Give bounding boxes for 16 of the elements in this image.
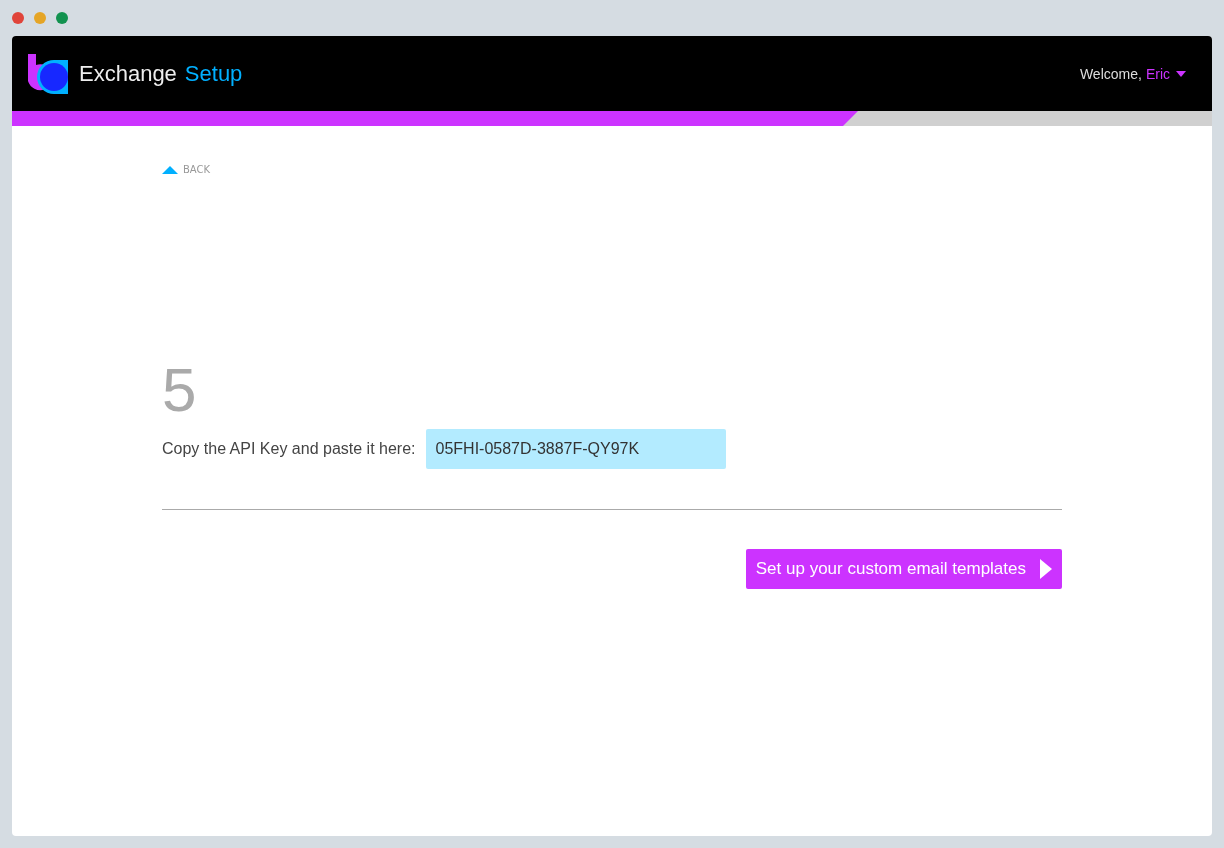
logo-icon	[27, 52, 69, 95]
app-title: Exchange	[79, 60, 177, 87]
back-link[interactable]: BACK	[162, 164, 211, 175]
caret-icon	[1176, 70, 1186, 77]
app-subtitle: Setup	[184, 60, 243, 87]
welcome-text: Welcome,	[1079, 65, 1142, 82]
api-key-field[interactable]: 05FHI-0587D-3887F-QY97K	[425, 429, 726, 469]
step-number: 5	[162, 355, 198, 425]
play-arrow-icon	[1040, 559, 1052, 579]
api-key-label: Copy the API Key and paste it here:	[162, 440, 416, 458]
up-arrow-icon	[162, 165, 178, 174]
user-menu[interactable]: Eric	[1145, 65, 1186, 82]
close-window-icon[interactable]	[12, 12, 24, 24]
next-step-button[interactable]: Set up your custom email templates	[745, 549, 1062, 589]
maximize-window-icon[interactable]	[56, 12, 68, 24]
minimize-window-icon[interactable]	[34, 12, 46, 24]
